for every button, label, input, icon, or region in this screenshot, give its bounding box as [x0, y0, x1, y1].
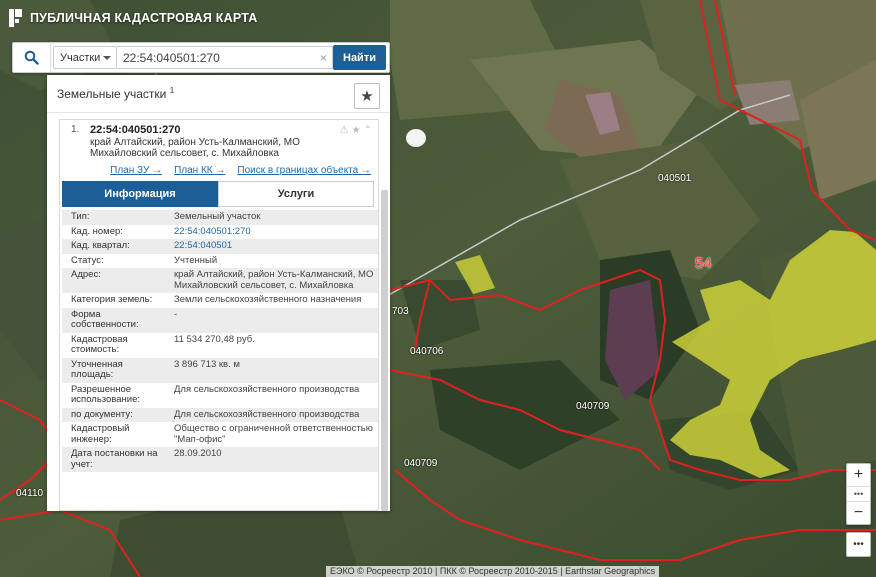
zoom-in-button[interactable]: +	[847, 464, 870, 486]
info-key: Кад. номер:	[71, 225, 123, 237]
search-toggle-button[interactable]	[13, 43, 51, 72]
info-key: Кад. квартал:	[62, 239, 164, 254]
table-row: Кад. номер: 22:54:040501:270	[62, 225, 378, 240]
result-header: 1. 22:54:040501:270 край Алтайский, райо…	[60, 120, 378, 159]
star-icon[interactable]: ★	[352, 125, 361, 136]
table-row: Форма собственности: -	[62, 307, 378, 333]
info-key: Категория земель:	[71, 294, 153, 305]
info-key: Уточненная площадь:	[62, 357, 164, 383]
search-bar: Участки × Найти	[12, 42, 390, 73]
info-value: 22:54:040501	[164, 239, 378, 254]
result-card: 1. 22:54:040501:270 край Алтайский, райо…	[59, 119, 379, 511]
link-plan-zu[interactable]: План ЗУ →	[110, 165, 162, 176]
results-panel: Земельные участки 1 ★ 1. 22:54:040501:27…	[47, 75, 390, 511]
table-row: Разрешенное использование: Для сельскохоз…	[62, 383, 378, 408]
table-row: Дата постановки на учет: 28.09.2010	[62, 447, 378, 472]
zoom-out-button[interactable]: −	[847, 502, 870, 524]
link-search-within[interactable]: Поиск в границах объекта →	[237, 165, 371, 176]
quarter-label: 04110	[16, 488, 44, 499]
chevron-up-icon[interactable]: ⌃	[364, 125, 372, 136]
info-value: Для сельскохозяйственного производства	[174, 383, 360, 395]
logo-icon	[8, 8, 23, 28]
table-row: Статус: Учтенный	[62, 254, 378, 269]
info-table: Тип: Земельный участок Кад. номер: 22:54:0…	[62, 210, 378, 472]
info-value: край Алтайский, район Усть-Калманский, М…	[164, 268, 378, 293]
info-key: Кадастровый инженер:	[71, 423, 130, 445]
app-title: ПУБЛИЧНАЯ КАДАСТРОВАЯ КАРТА	[30, 11, 258, 25]
favorites-button[interactable]: ★	[354, 82, 380, 109]
search-input[interactable]	[117, 46, 333, 69]
info-key: по документу:	[62, 407, 164, 422]
quarter-label: 040709	[576, 401, 610, 412]
chevron-down-icon	[103, 55, 111, 60]
zoom-control: + ••• −	[846, 463, 871, 525]
tab-services[interactable]: Услуги	[218, 181, 374, 207]
zoom-levels-button[interactable]: •••	[847, 486, 870, 502]
info-key: Тип:	[62, 210, 164, 225]
panel-title: Земельные участки 1	[57, 86, 175, 101]
result-address: край Алтайский, район Усть-Калманский, М…	[90, 137, 300, 159]
info-key: Адрес:	[62, 268, 164, 293]
table-row: по документу: Для сельскохозяйственного п…	[62, 407, 378, 422]
quarter-label: 040709	[404, 458, 438, 469]
district-label: 54	[695, 255, 712, 272]
result-tools: ⚠ ★ ⌃	[340, 125, 372, 136]
table-row: Тип: Земельный участок	[62, 210, 378, 225]
map-attribution: ЕЭКО © Росреестр 2010 | ПКК © Росреестр …	[326, 566, 660, 577]
quarter-label: 040706	[410, 346, 444, 357]
search-button[interactable]: Найти	[333, 45, 386, 70]
result-cadastral-number[interactable]: 22:54:040501:270	[90, 124, 378, 136]
info-value: 28.09.2010	[164, 447, 378, 472]
info-key: Разрешенное использование:	[71, 383, 141, 405]
search-type-select[interactable]: Участки	[53, 46, 117, 69]
search-type-label: Участки	[60, 51, 101, 64]
star-icon: ★	[360, 87, 374, 105]
warning-icon[interactable]: ⚠	[340, 125, 349, 136]
clear-icon[interactable]: ×	[320, 51, 327, 65]
app-header: ПУБЛИЧНАЯ КАДАСТРОВАЯ КАРТА	[8, 8, 257, 28]
info-value: Для сельскохозяйственного производства	[164, 407, 378, 422]
info-value: -	[164, 307, 378, 333]
table-row: Уточненная площадь: 3 896 713 кв. м	[62, 357, 378, 383]
info-key: Кадастровая стоимость:	[71, 333, 128, 355]
result-tabs: Информация Услуги	[62, 181, 374, 207]
more-tools-button[interactable]: •••	[846, 532, 871, 557]
info-value: 3 896 713 кв. м	[164, 357, 378, 383]
link-plan-kk[interactable]: План КК →	[174, 165, 225, 176]
table-row: Кад. квартал: 22:54:040501	[62, 239, 378, 254]
info-key: Форма собственности:	[62, 307, 164, 333]
info-key: Статус:	[71, 254, 104, 266]
table-row: Адрес: край Алтайский, район Усть-Калманс…	[62, 268, 378, 293]
panel-header: Земельные участки 1 ★	[47, 75, 390, 113]
tab-information[interactable]: Информация	[62, 181, 218, 207]
info-key: Дата постановки на учет:	[62, 447, 164, 472]
table-row: Кадастровая стоимость: 11 534 270,48 руб.	[62, 333, 378, 358]
info-value: Земельный участок	[164, 210, 378, 225]
info-value: 11 534 270,48 руб.	[174, 333, 255, 345]
quarter-label: 040501	[658, 173, 692, 184]
table-row: Кадастровый инженер: Общество с ограничен…	[62, 422, 378, 447]
info-value: Земли сельскохозяйственного назначения	[174, 294, 362, 305]
scrollbar[interactable]	[381, 190, 388, 511]
quarter-label: 703	[392, 306, 409, 317]
result-count: 1	[169, 86, 175, 95]
info-value: 22:54:040501:270	[174, 225, 251, 237]
result-links: План ЗУ → План КК → Поиск в границах объ…	[60, 159, 378, 176]
info-value: Общество с ограниченной ответственностью…	[174, 423, 373, 445]
result-number: 1.	[71, 124, 80, 135]
table-row: Категория земель: Земли сельскохозяйствен…	[62, 293, 378, 308]
search-icon	[24, 50, 39, 65]
info-value: Учтенный	[174, 254, 218, 266]
